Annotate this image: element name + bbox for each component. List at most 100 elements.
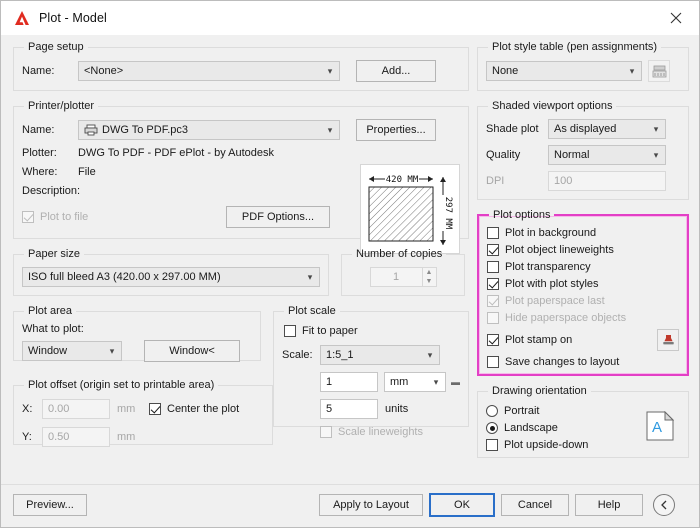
plot-upside-down-checkbox[interactable]: Plot upside-down (486, 439, 646, 451)
description-label: Description: (22, 185, 81, 197)
svg-text:A: A (652, 419, 662, 436)
equals-icon: ▬ (451, 377, 460, 387)
offset-y-unit: mm (117, 431, 136, 443)
drawing-orientation-group: Drawing orientation Portrait Landscape P… (477, 385, 689, 458)
dialog-content: Page setup Name: <None> ▾ Add... Printer… (1, 35, 699, 484)
plot-option-plot-object-lineweights[interactable]: Plot object lineweights (487, 244, 679, 256)
scale-unit-combo[interactable]: mm ▾ (384, 372, 446, 392)
spinner-up-icon[interactable]: ▲ (423, 268, 436, 277)
plot-option-plot-in-background[interactable]: Plot in background (487, 227, 679, 239)
pen-assignments-icon[interactable] (648, 60, 670, 82)
orientation-landscape-radio[interactable]: Landscape (486, 422, 646, 434)
copies-legend: Number of copies (356, 248, 443, 260)
center-plot-checkbox[interactable]: Center the plot (149, 403, 239, 415)
pdf-options-button[interactable]: PDF Options... (226, 206, 330, 228)
checkbox-box (22, 211, 34, 223)
chevron-down-icon: ▾ (653, 123, 659, 134)
title-bar: Plot - Model (1, 1, 699, 35)
page-setup-group: Page setup Name: <None> ▾ Add... (13, 41, 469, 91)
quality-combo[interactable]: Normal ▾ (548, 145, 666, 165)
page-setup-name-combo[interactable]: <None> ▾ (78, 61, 340, 81)
paper-preview: 420 MM 297 MM (360, 164, 460, 254)
orientation-portrait-radio[interactable]: Portrait (486, 405, 646, 417)
paper-size-combo[interactable]: ISO full bleed A3 (420.00 x 297.00 MM) ▾ (22, 267, 320, 287)
checkbox-box (487, 356, 499, 368)
apply-to-layout-button[interactable]: Apply to Layout (319, 494, 423, 516)
chevron-down-icon: ▾ (433, 376, 439, 387)
scale-label: Scale: (282, 349, 313, 361)
plot-offset-legend: Plot offset (origin set to printable are… (28, 379, 215, 391)
radio-circle (486, 422, 498, 434)
offset-x-unit: mm (117, 403, 136, 415)
offset-x-label: X: (22, 403, 33, 415)
close-icon[interactable] (653, 2, 699, 35)
plot-option-hide-paperspace-objects: Hide paperspace objects (487, 312, 679, 324)
plot-stamp-icon[interactable] (657, 329, 679, 351)
chevron-down-icon: ▾ (327, 124, 333, 135)
plot-option-plot-stamp-on[interactable]: Plot stamp on (487, 334, 657, 346)
plot-option-plot-with-plot-styles[interactable]: Plot with plot styles (487, 278, 679, 290)
checkbox-box (284, 325, 296, 337)
preview-button[interactable]: Preview... (13, 494, 87, 516)
plotter-value: DWG To PDF - PDF ePlot - by Autodesk (78, 147, 275, 159)
right-column: Plot style table (pen assignments) None … (477, 41, 689, 467)
fit-to-paper-checkbox[interactable]: Fit to paper (284, 325, 460, 337)
plot-dialog: Plot - Model Page setup Name: <None> ▾ A… (0, 0, 700, 528)
window-title: Plot - Model (39, 11, 107, 25)
chevron-down-icon: ▾ (109, 345, 115, 356)
scale-lineweights-label: Scale lineweights (338, 426, 423, 438)
offset-x-input[interactable]: 0.00 (42, 399, 110, 419)
printer-plotter-group: Printer/plotter Name: DWG To PDF.pc3 ▾ P (13, 100, 469, 254)
plotter-label: Plotter: (22, 147, 57, 159)
shade-plot-value: As displayed (554, 123, 617, 135)
shaded-viewport-group: Shaded viewport options Shade plot As di… (477, 100, 689, 200)
copies-group: Number of copies 1 ▲ ▼ (341, 248, 465, 296)
checkbox-box (487, 312, 499, 324)
radio-circle (486, 405, 498, 417)
quality-value: Normal (554, 149, 590, 161)
collapse-less-icon[interactable] (653, 494, 675, 516)
plot-to-file-checkbox[interactable]: Plot to file (22, 211, 132, 223)
printer-name-combo[interactable]: DWG To PDF.pc3 ▾ (78, 120, 340, 140)
paper-size-value: ISO full bleed A3 (420.00 x 297.00 MM) (28, 271, 221, 283)
plot-style-table-value: None (492, 65, 519, 77)
dpi-label: DPI (486, 175, 505, 187)
plot-area-group: Plot area What to plot: Window ▾ Window< (13, 305, 261, 362)
offset-y-input[interactable]: 0.50 (42, 427, 110, 447)
svg-text:297 MM: 297 MM (443, 197, 453, 230)
plot-style-table-combo[interactable]: None ▾ (486, 61, 642, 81)
window-select-button[interactable]: Window< (144, 340, 240, 362)
add-page-setup-button[interactable]: Add... (356, 60, 436, 82)
properties-button[interactable]: Properties... (356, 119, 436, 141)
where-label: Where: (22, 166, 58, 178)
spinner-down-icon[interactable]: ▼ (423, 277, 436, 286)
scale-unit-input[interactable]: 1 (320, 372, 378, 392)
page-setup-legend: Page setup (28, 41, 84, 53)
fit-to-paper-label: Fit to paper (302, 325, 358, 337)
dpi-input[interactable]: 100 (548, 171, 666, 191)
chevron-down-icon: ▾ (427, 349, 433, 360)
scale-lineweights-checkbox[interactable]: Scale lineweights (320, 426, 460, 438)
chevron-down-icon: ▾ (653, 149, 659, 160)
drawing-orientation-legend: Drawing orientation (492, 385, 587, 397)
plot-area-legend: Plot area (28, 305, 73, 317)
ok-button[interactable]: OK (429, 493, 495, 517)
plot-option-save-changes-to-layout[interactable]: Save changes to layout (487, 356, 679, 368)
scale-units-input[interactable]: 5 (320, 399, 378, 419)
checkbox-box (487, 261, 499, 273)
shade-plot-label: Shade plot (486, 123, 539, 135)
what-to-plot-label: What to plot: (22, 323, 84, 335)
cancel-button[interactable]: Cancel (501, 494, 569, 516)
checkbox-box (487, 227, 499, 239)
landscape-page-a-icon: A (646, 410, 676, 444)
scale-units-label: units (385, 403, 409, 415)
shade-plot-combo[interactable]: As displayed ▾ (548, 119, 666, 139)
checkbox-box (320, 426, 332, 438)
scale-unit-type: mm (390, 376, 409, 388)
what-to-plot-combo[interactable]: Window ▾ (22, 341, 122, 361)
where-value: File (78, 166, 96, 178)
scale-combo[interactable]: 1:5_1 ▾ (320, 345, 440, 365)
copies-stepper[interactable]: 1 ▲ ▼ (369, 267, 437, 287)
plot-option-plot-transparency[interactable]: Plot transparency (487, 261, 679, 273)
help-button[interactable]: Help (575, 494, 643, 516)
